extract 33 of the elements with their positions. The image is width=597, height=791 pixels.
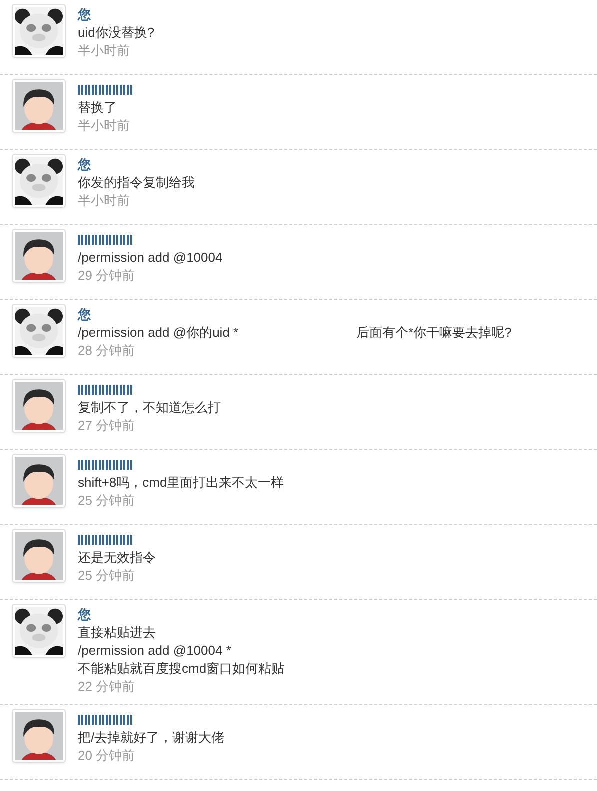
- author-name: 您: [78, 606, 92, 624]
- message-text: 不能粘贴就百度搜cmd窗口如何粘贴: [78, 660, 285, 678]
- timestamp: 半小时前: [78, 42, 131, 60]
- message-text: /permission add @你的uid *: [78, 324, 239, 342]
- author-name: 您: [78, 156, 92, 174]
- message-text: 你发的指令复制给我: [78, 174, 195, 192]
- redacted-name-drawing: [78, 715, 132, 725]
- timestamp: 半小时前: [78, 192, 131, 210]
- message-text: shift+8吗，cmd里面打出来不太一样: [78, 474, 284, 492]
- message-text: 把/去掉就好了，谢谢大佬: [78, 729, 225, 747]
- timestamp: 28 分钟前: [78, 342, 136, 360]
- timestamp: 27 分钟前: [78, 417, 136, 435]
- redacted-name-drawing: [78, 235, 132, 245]
- message-text: 替换了: [78, 99, 118, 117]
- timestamp: 半小时前: [78, 117, 131, 135]
- message-text: uid你没替换?: [78, 24, 155, 42]
- timestamp: 20 分钟前: [78, 747, 136, 765]
- redacted-name-drawing: [78, 385, 132, 395]
- message-text: /permission add @10004 *: [78, 642, 232, 660]
- timestamp: 25 分钟前: [78, 567, 136, 585]
- message-text: 还是无效指令: [78, 549, 156, 567]
- message-text: /permission add @10004: [78, 249, 223, 267]
- timestamp: 29 分钟前: [78, 267, 136, 285]
- timestamp: 25 分钟前: [78, 492, 136, 510]
- redacted-name-drawing: [78, 535, 132, 545]
- author-name: 您: [78, 6, 92, 24]
- redacted-name-drawing: [78, 460, 132, 470]
- redacted-name-drawing: [78, 85, 132, 95]
- message-text: 后面有个*你干嘛要去掉呢?: [356, 324, 512, 342]
- timestamp: 22 分钟前: [78, 678, 136, 696]
- author-name: 您: [78, 306, 92, 324]
- message-text: 复制不了，不知道怎么打: [78, 399, 221, 417]
- message-text: 直接粘贴进去: [78, 624, 157, 642]
